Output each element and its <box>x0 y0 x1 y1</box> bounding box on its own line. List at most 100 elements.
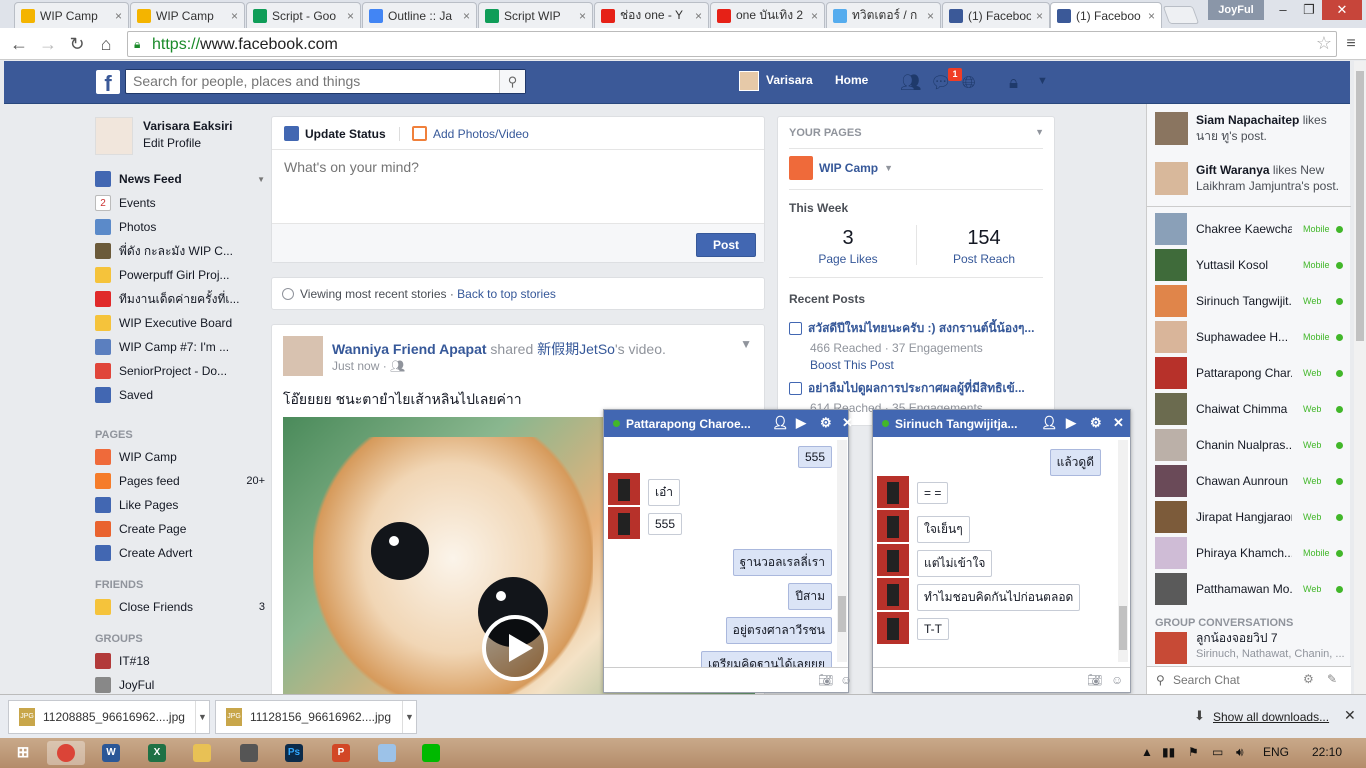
recent-post-title[interactable]: สวัสดีปีใหม่ไทยนะครับ :) สงกรานต์นี้น้อง… <box>808 319 1034 338</box>
avatar[interactable] <box>877 476 909 508</box>
chevron-down-icon[interactable]: ▼ <box>402 701 416 733</box>
battery-icon[interactable]: ▭ <box>1212 745 1223 759</box>
download-item[interactable]: JPG 11128156_96616962....jpg ▼ <box>215 700 417 734</box>
nav-item[interactable]: Create Page <box>95 519 265 539</box>
browser-tab[interactable]: Outline :: Ja × <box>362 2 477 28</box>
nav-item[interactable]: JoyFul <box>95 675 265 695</box>
nav-item[interactable]: Close Friends 3 <box>95 597 265 617</box>
friend-requests-icon[interactable]: 👥︎ <box>900 73 922 93</box>
browser-tab[interactable]: (1) Faceboo × <box>1050 2 1162 28</box>
nav-item[interactable]: News Feed ▼ <box>95 169 265 189</box>
add-photos-tab[interactable]: Add Photos/Video <box>412 126 529 141</box>
browser-tab[interactable]: WIP Camp × <box>14 2 129 28</box>
minimize-icon[interactable]: – <box>1270 0 1296 20</box>
contact-item[interactable]: Chanin Nualpras... Web <box>1155 428 1347 462</box>
add-friend-icon[interactable]: 👤︎ <box>772 415 789 431</box>
profile-name[interactable]: Varisara Eaksiri <box>143 119 232 133</box>
post-options-chevron-icon[interactable]: ▼ <box>740 337 752 351</box>
contact-item[interactable]: Jirapat Hangjaraon Web <box>1155 500 1347 534</box>
chrome-menu-icon[interactable]: ≡ <box>1340 33 1362 55</box>
chat-message-input[interactable] <box>877 671 1067 690</box>
page-scrollbar[interactable] <box>1354 61 1366 694</box>
forward-icon[interactable]: → <box>37 33 59 55</box>
contact-item[interactable]: Suphawadee H... Mobile <box>1155 320 1347 354</box>
camera-icon[interactable]: 📷︎ <box>1087 673 1102 687</box>
taskbar-app[interactable]: X <box>138 741 176 765</box>
home-link[interactable]: Home <box>835 73 868 87</box>
search-icon[interactable]: ⚲ <box>499 70 525 93</box>
chevron-down-icon[interactable]: ▼ <box>195 701 209 733</box>
close-tab-icon[interactable]: × <box>927 9 934 23</box>
post-author[interactable]: Wanniya Friend Apapat <box>332 341 487 357</box>
taskbar-app[interactable]: Ps <box>275 741 313 765</box>
new-message-icon[interactable]: ✎ <box>1327 672 1337 686</box>
chevron-down-icon[interactable]: ▼ <box>257 175 265 184</box>
close-tab-icon[interactable]: × <box>579 9 586 23</box>
back-to-top-stories-link[interactable]: Back to top stories <box>457 287 556 301</box>
volume-icon[interactable]: 🔊︎ <box>1236 745 1244 760</box>
clock-time[interactable]: 22:10 <box>1312 745 1342 759</box>
browser-user-badge[interactable]: JoyFul <box>1208 0 1264 20</box>
profile-picture[interactable] <box>95 117 133 155</box>
nav-item[interactable]: WIP Camp <box>95 447 265 467</box>
home-icon[interactable]: ⌂ <box>95 33 117 55</box>
scrollbar[interactable] <box>1118 440 1128 662</box>
scrollbar[interactable] <box>837 440 847 662</box>
page-dropdown-icon[interactable]: ▼ <box>884 163 893 173</box>
chat-title[interactable]: Pattarapong Charoe... <box>626 417 758 431</box>
nav-item[interactable]: Powerpuff Girl Proj... <box>95 265 265 285</box>
browser-tab[interactable]: ช่อง one - Y × <box>594 2 709 28</box>
browser-tab[interactable]: one บันเทิง 2 × <box>710 2 825 28</box>
privacy-shortcuts-icon[interactable]: 🔒︎ <box>1009 73 1018 93</box>
video-call-icon[interactable]: ▶ <box>1066 415 1076 431</box>
browser-tab[interactable]: WIP Camp × <box>130 2 245 28</box>
maximize-icon[interactable]: ❐ <box>1296 0 1322 20</box>
close-icon[interactable]: ✕ <box>1113 415 1124 431</box>
profile-link[interactable]: Varisara <box>766 73 813 87</box>
emoji-icon[interactable]: ☺ <box>840 673 852 687</box>
taskbar-app[interactable] <box>230 741 268 765</box>
nav-item[interactable]: Pages feed 20+ <box>95 471 265 491</box>
taskbar-app[interactable] <box>412 741 450 765</box>
close-tab-icon[interactable]: × <box>115 9 122 23</box>
contact-item[interactable]: Phiraya Khamch... Mobile <box>1155 536 1347 570</box>
avatar[interactable] <box>877 578 909 610</box>
nav-item[interactable]: ทีมงานเด็ดค่ายครั้งที่เ... <box>95 289 265 309</box>
camera-icon[interactable]: 📷︎ <box>818 673 833 687</box>
nav-item[interactable]: WIP Executive Board <box>95 313 265 333</box>
boost-post-link[interactable]: Boost This Post <box>810 358 1049 372</box>
taskbar-app[interactable] <box>47 741 85 765</box>
avatar[interactable] <box>739 71 759 91</box>
avatar[interactable] <box>608 473 640 505</box>
contact-item[interactable]: Pattarapong Char... Web <box>1155 356 1347 390</box>
browser-tab[interactable]: ทวิตเตอร์ / ก × <box>826 2 941 28</box>
bookmark-star-icon[interactable]: ☆ <box>1316 33 1332 54</box>
address-bar[interactable]: 🔒︎ https://www.facebook.com ☆ <box>127 31 1337 57</box>
add-friend-icon[interactable]: 👤︎ <box>1041 415 1058 431</box>
search-input[interactable] <box>126 70 496 92</box>
contact-item[interactable]: Chakree Kaewchai Mobile <box>1155 212 1347 246</box>
network-icon[interactable]: ▮▮ <box>1162 745 1175 759</box>
nav-item[interactable]: Create Advert <box>95 543 265 563</box>
post-author-avatar[interactable] <box>283 336 323 376</box>
taskbar-app[interactable] <box>183 741 221 765</box>
reload-icon[interactable]: ↻ <box>66 33 88 55</box>
gear-icon[interactable]: ⚙ <box>820 415 832 431</box>
status-input[interactable] <box>284 159 754 219</box>
avatar[interactable] <box>608 507 640 539</box>
avatar[interactable] <box>877 544 909 576</box>
close-tab-icon[interactable]: × <box>347 9 354 23</box>
taskbar-app[interactable]: P <box>322 741 360 765</box>
input-language[interactable]: ENG <box>1263 745 1289 759</box>
nav-item[interactable]: Photos <box>95 217 265 237</box>
pages-options-icon[interactable]: ▼ <box>1035 127 1044 137</box>
show-hidden-icons-icon[interactable]: ▲ <box>1141 745 1153 759</box>
contact-item[interactable]: Yuttasil Kosol Mobile <box>1155 248 1347 282</box>
page-name[interactable]: WIP Camp <box>819 161 878 175</box>
recent-post-title[interactable]: อย่าลืมไปดูผลการประกาศผลผู้ที่มีสิทธิเข้… <box>808 379 1025 398</box>
nav-item[interactable]: Saved <box>95 385 265 405</box>
gear-icon[interactable]: ⚙ <box>1303 672 1314 686</box>
avatar[interactable] <box>877 612 909 644</box>
search-chat-input[interactable] <box>1173 673 1293 687</box>
edit-profile-link[interactable]: Edit Profile <box>143 136 201 150</box>
